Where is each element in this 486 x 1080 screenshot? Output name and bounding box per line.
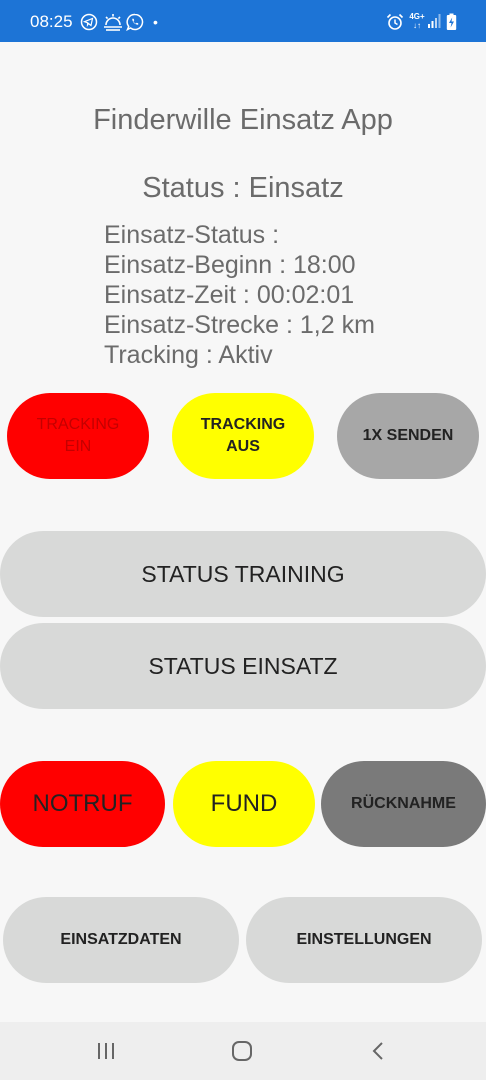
status-einsatz-button[interactable]: STATUS EINSATZ (0, 623, 486, 709)
alarm-icon (386, 13, 404, 30)
notruf-label: NOTRUF (32, 790, 133, 817)
ruecknahme-button[interactable]: RÜCKNAHME (321, 761, 486, 847)
status-training-label: STATUS TRAINING (141, 560, 345, 587)
einsatz-beginn-line: Einsatz-Beginn : 18:00 (104, 251, 356, 279)
notruf-button[interactable]: NOTRUF (0, 761, 165, 847)
recent-apps-icon[interactable] (96, 1041, 116, 1061)
einsatzdaten-label: EINSATZDATEN (60, 931, 182, 948)
tracking-off-button[interactable]: TRACKING AUS (172, 393, 314, 479)
navigation-bar (0, 1022, 486, 1080)
clock: 08:25 (30, 12, 73, 31)
home-icon[interactable] (231, 1040, 253, 1062)
dot-icon: • (153, 14, 158, 30)
status-training-button[interactable]: STATUS TRAINING (0, 531, 486, 617)
tracking-line: Tracking : Aktiv (104, 341, 273, 369)
network-icon: 4G+ ↓↑ (409, 12, 425, 30)
battery-icon (446, 13, 457, 30)
fund-label: FUND (210, 790, 278, 817)
einsatz-strecke-line: Einsatz-Strecke : 1,2 km (104, 311, 375, 339)
network-type: 4G+ (409, 12, 425, 21)
send-once-button[interactable]: 1X SENDEN (337, 393, 479, 479)
fund-button[interactable]: FUND (173, 761, 315, 847)
tracking-off-label: TRACKING AUS (200, 416, 286, 455)
ruecknahme-label: RÜCKNAHME (351, 795, 456, 812)
send-once-label: 1X SENDEN (362, 427, 454, 444)
tracking-on-label: TRACKING EIN (36, 416, 120, 455)
whatsapp-icon (126, 13, 144, 31)
status-einsatz-label: STATUS EINSATZ (148, 652, 338, 679)
back-icon[interactable] (370, 1041, 386, 1061)
einsatz-status-line: Einsatz-Status : (104, 221, 280, 249)
signal-icon (428, 14, 441, 28)
einstellungen-label: EINSTELLUNGEN (296, 931, 432, 948)
einsatz-info: Einsatz-Status : Einsatz-Beginn : 18:00 … (104, 220, 375, 370)
einsatzdaten-button[interactable]: EINSATZDATEN (3, 897, 239, 983)
einsatz-zeit-line: Einsatz-Zeit : 00:02:01 (104, 281, 355, 309)
weather-icon (104, 14, 122, 31)
status-bar: 08:25 • 4G+ ↓↑ (0, 0, 486, 42)
telegram-icon (80, 13, 98, 31)
app-title: Finderwille Einsatz App (93, 104, 393, 136)
einstellungen-button[interactable]: EINSTELLUNGEN (246, 897, 482, 983)
status-title: Status : Einsatz (142, 172, 344, 204)
tracking-on-button[interactable]: TRACKING EIN (7, 393, 149, 479)
